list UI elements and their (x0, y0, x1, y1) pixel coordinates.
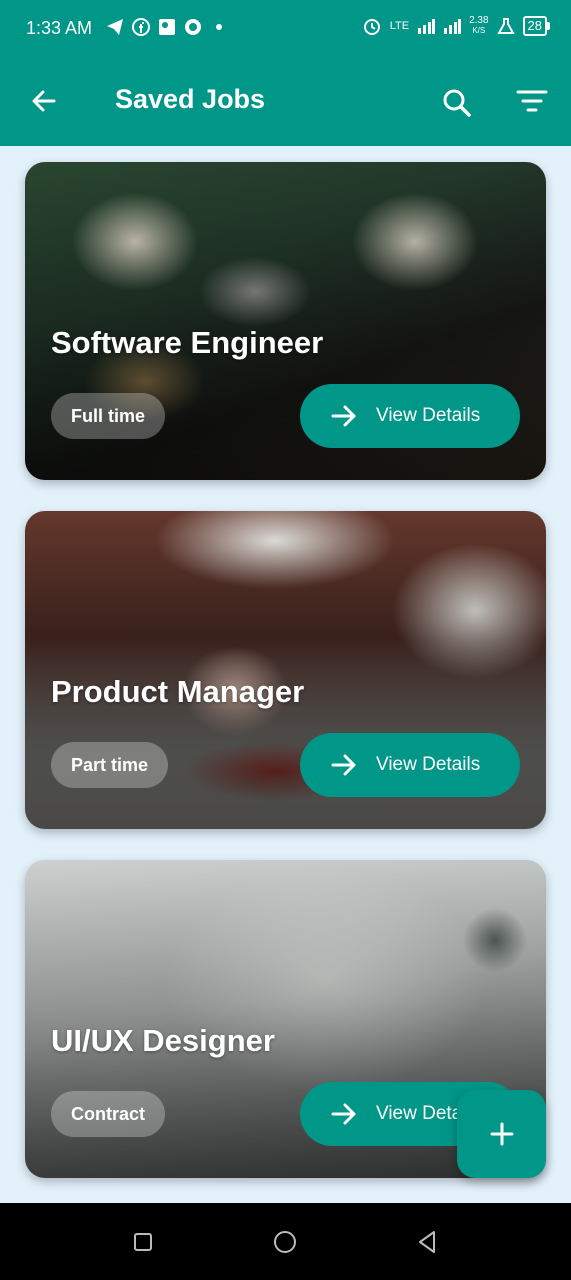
filter-icon[interactable] (510, 80, 554, 124)
arrow-right-icon (331, 1103, 356, 1125)
job-title: Software Engineer (51, 325, 324, 360)
arrow-right-icon (331, 405, 356, 427)
job-type-badge: Full time (51, 393, 166, 439)
job-title: Product Manager (51, 674, 305, 709)
job-card[interactable]: Software Engineer Full time View Details (25, 162, 546, 480)
recent-apps-icon[interactable] (128, 1227, 158, 1257)
battery-indicator: 28 (522, 16, 551, 36)
signal-icon (418, 19, 436, 34)
system-navigation-bar (0, 1203, 571, 1280)
status-bar: 1:33 AM LTE 2.38 K/S 28 (0, 0, 571, 58)
plus-icon (490, 1122, 513, 1146)
page-title: Saved Jobs (115, 84, 266, 114)
job-type-badge: Contract (51, 1091, 166, 1137)
contact-card-icon (159, 19, 175, 35)
arrow-right-icon (331, 754, 356, 776)
signal-2-icon (444, 19, 462, 34)
job-card[interactable]: Product Manager Part time View Details (25, 511, 546, 829)
telegram-icon (107, 19, 123, 35)
add-job-button[interactable] (457, 1090, 546, 1178)
arrow-left-icon[interactable] (24, 80, 68, 124)
view-details-button[interactable]: View Details (300, 733, 520, 797)
notification-icons (106, 18, 222, 36)
back-icon[interactable] (412, 1227, 442, 1257)
status-time: 1:33 AM (26, 18, 93, 38)
system-icons: LTE 2.38 K/S 28 (362, 15, 551, 36)
facebook-icon (132, 18, 150, 36)
network-type: LTE (389, 20, 410, 32)
view-details-button[interactable]: View Details (300, 384, 520, 448)
job-title: UI/UX Designer (51, 1023, 275, 1058)
view-details-label: View Details (376, 405, 481, 426)
alarm-icon (363, 19, 380, 35)
app-bar: Saved Jobs (0, 58, 571, 146)
flask-icon (496, 18, 515, 34)
search-icon[interactable] (434, 80, 478, 124)
app-icon (185, 19, 201, 35)
home-icon[interactable] (270, 1227, 300, 1257)
more-notifications-dot (216, 24, 222, 30)
data-speed: 2.38 K/S (469, 15, 489, 36)
view-details-label: View Details (376, 754, 481, 775)
job-type-badge: Part time (51, 742, 169, 788)
